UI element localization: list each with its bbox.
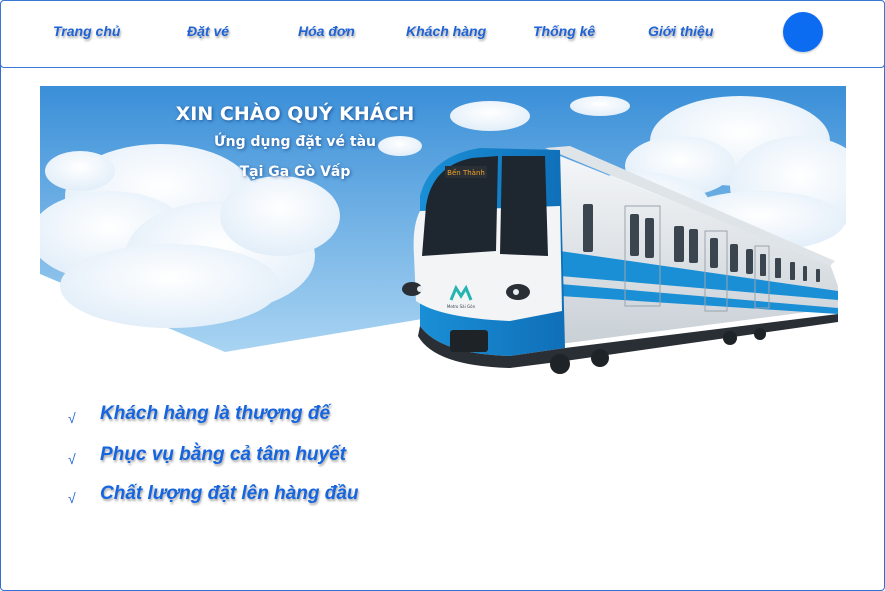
slogan-text: Chất lượng đặt lên hàng đầu xyxy=(100,483,359,504)
nav-item-customers[interactable]: Khách hàng xyxy=(406,23,486,43)
avatar-icon[interactable] xyxy=(783,12,823,52)
hero-title: XIN CHÀO QUÝ KHÁCH xyxy=(176,101,415,125)
nav-item-about[interactable]: Giới thiệu xyxy=(648,23,713,43)
top-navbar: Trang chủ Đặt vé Hóa đơn Khách hàng Thốn… xyxy=(0,0,885,68)
hero-subtitle: Ứng dụng đặt vé tàu xyxy=(214,132,376,150)
nav-item-home[interactable]: Trang chủ xyxy=(53,23,120,43)
slogan-text: Phục vụ bằng cả tâm huyết xyxy=(100,444,346,465)
check-icon: √ xyxy=(68,490,76,506)
hero-illustration: Bến Thành Metro Sài Gòn XIN CHÀO QUÝ KHÁ… xyxy=(40,86,846,374)
check-icon: √ xyxy=(68,451,76,467)
check-icon: √ xyxy=(68,410,76,426)
train-destination-sign: Bến Thành xyxy=(447,169,485,177)
slogan-text: Khách hàng là thượng đế xyxy=(100,403,331,424)
nav-item-statistics[interactable]: Thống kê xyxy=(533,23,595,43)
train-logo-text: Metro Sài Gòn xyxy=(447,304,476,309)
hero-station: Tại Ga Gò Vấp xyxy=(240,163,351,180)
nav-item-booking[interactable]: Đặt vé xyxy=(187,23,229,43)
nav-item-invoices[interactable]: Hóa đơn xyxy=(298,23,355,43)
hero-banner: Bến Thành Metro Sài Gòn XIN CHÀO QUÝ KHÁ… xyxy=(40,86,846,386)
